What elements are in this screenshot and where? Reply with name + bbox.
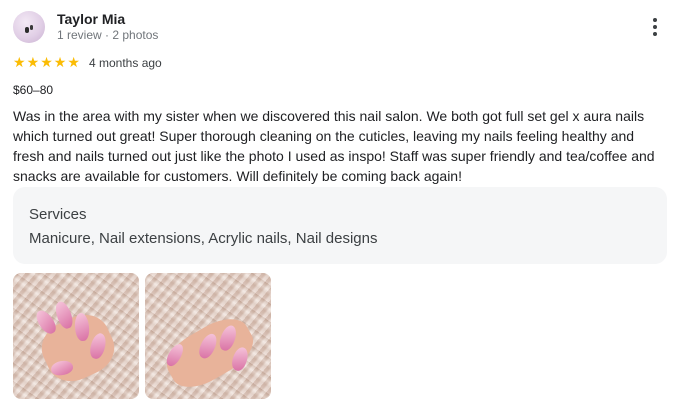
- price-range: $60–80: [13, 83, 54, 97]
- star-icon: ★: [26, 54, 40, 70]
- review-text: Was in the area with my sister when we d…: [13, 108, 655, 184]
- review-photo-2[interactable]: [145, 273, 271, 399]
- reviewer-meta: 1 review · 2 photos: [57, 28, 159, 42]
- star-icon: ★: [13, 54, 26, 70]
- avatar[interactable]: [13, 11, 45, 43]
- more-vert-icon[interactable]: [649, 16, 661, 38]
- star-icon: ★: [67, 54, 80, 70]
- services-title: Services: [29, 206, 87, 223]
- reviewer-name[interactable]: Taylor Mia: [57, 11, 125, 27]
- services-list: Manicure, Nail extensions, Acrylic nails…: [29, 230, 378, 247]
- star-icon: ★: [40, 54, 53, 70]
- review-photo-1[interactable]: [13, 273, 139, 399]
- services-card: Services Manicure, Nail extensions, Acry…: [13, 187, 667, 264]
- review-time: 4 months ago: [89, 56, 162, 70]
- star-rating: ★ ★ ★ ★ ★: [13, 55, 81, 69]
- star-icon: ★: [53, 54, 67, 70]
